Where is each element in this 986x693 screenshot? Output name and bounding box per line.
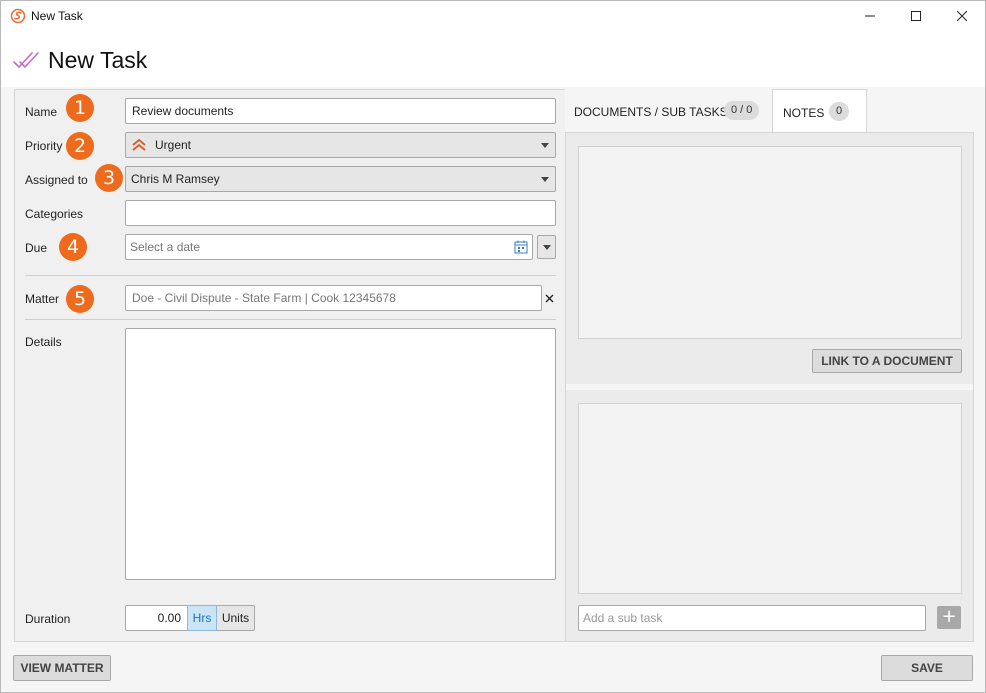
due-label: Due — [25, 241, 48, 255]
priority-value: Urgent — [155, 138, 192, 152]
assigned-label: Assigned to — [25, 173, 88, 187]
add-subtask-button[interactable]: + — [937, 606, 961, 629]
duration-hrs-toggle[interactable]: Hrs — [187, 605, 217, 631]
page-title: New Task — [48, 47, 148, 73]
step-badge-4: 4 — [59, 233, 87, 261]
link-document-button[interactable]: LINK TO A DOCUMENT — [812, 349, 962, 373]
tab-documents-subtasks[interactable]: DOCUMENTS / SUB TASKS 0 / 0 — [565, 89, 772, 132]
step-badge-1: 1 — [66, 94, 94, 122]
chevron-down-icon — [543, 245, 551, 250]
tab-notes[interactable]: NOTES 0 — [772, 89, 867, 132]
maximize-button[interactable] — [893, 1, 939, 31]
name-input[interactable]: Review documents — [125, 98, 556, 124]
task-check-icon — [13, 52, 39, 68]
minimize-button[interactable] — [847, 1, 893, 31]
assigned-value: Chris M Ramsey — [131, 172, 220, 186]
matter-input[interactable]: Doe - Civil Dispute - State Farm | Cook … — [125, 285, 542, 311]
new-task-window: New Task New Task Name 1 Review document… — [0, 0, 986, 693]
close-button[interactable] — [939, 1, 985, 31]
tab-notes-label: NOTES — [783, 106, 825, 120]
minimize-icon — [865, 15, 875, 17]
form-divider — [25, 319, 556, 320]
step-badge-5: 5 — [66, 285, 94, 313]
add-subtask-input[interactable]: Add a sub task — [578, 605, 926, 631]
documents-panel: DOCUMENTS / SUB TASKS 0 / 0 NOTES 0 LINK… — [565, 89, 974, 642]
view-matter-button[interactable]: VIEW MATTER — [13, 655, 111, 681]
section-separator — [566, 384, 973, 390]
title-bar: New Task — [1, 1, 985, 31]
form-divider — [25, 275, 556, 276]
duration-label: Duration — [25, 612, 71, 626]
documents-tab-content: LINK TO A DOCUMENT Add a sub task + — [565, 132, 974, 642]
window-title: New Task — [31, 9, 83, 23]
documents-count-badge: 0 / 0 — [724, 101, 760, 120]
close-icon — [957, 11, 967, 21]
matter-label: Matter — [25, 292, 60, 306]
maximize-icon — [911, 11, 921, 21]
notes-count-badge: 0 — [829, 102, 850, 121]
urgent-priority-icon — [132, 139, 146, 151]
due-date-input[interactable]: Select a date — [125, 234, 533, 260]
details-textarea[interactable] — [125, 328, 556, 580]
duration-units-toggle[interactable]: Units — [217, 605, 255, 631]
clear-matter-icon[interactable] — [545, 294, 554, 303]
linked-documents-list — [578, 146, 962, 339]
assigned-to-select[interactable]: Chris M Ramsey — [125, 166, 556, 192]
task-form-panel: Name 1 Review documents Priority 2 Urgen… — [14, 89, 566, 642]
due-date-dropdown-button[interactable] — [537, 235, 556, 259]
subtasks-list — [578, 403, 962, 594]
app-logo-icon — [10, 8, 26, 24]
priority-select[interactable]: Urgent — [125, 132, 556, 158]
duration-input[interactable]: 0.00 — [125, 605, 187, 631]
chevron-down-icon — [541, 177, 549, 182]
categories-input[interactable] — [125, 200, 556, 226]
step-badge-3: 3 — [95, 164, 123, 192]
save-button[interactable]: SAVE — [881, 655, 973, 681]
name-label: Name — [25, 105, 58, 119]
step-badge-2: 2 — [66, 132, 94, 160]
page-header: New Task — [1, 31, 985, 87]
categories-label: Categories — [25, 207, 84, 221]
calendar-icon[interactable] — [514, 240, 528, 254]
chevron-down-icon — [541, 143, 549, 148]
priority-label: Priority — [25, 139, 63, 153]
tab-documents-label: DOCUMENTS / SUB TASKS — [574, 105, 728, 119]
details-label: Details — [25, 335, 62, 349]
due-date-placeholder: Select a date — [130, 240, 201, 254]
